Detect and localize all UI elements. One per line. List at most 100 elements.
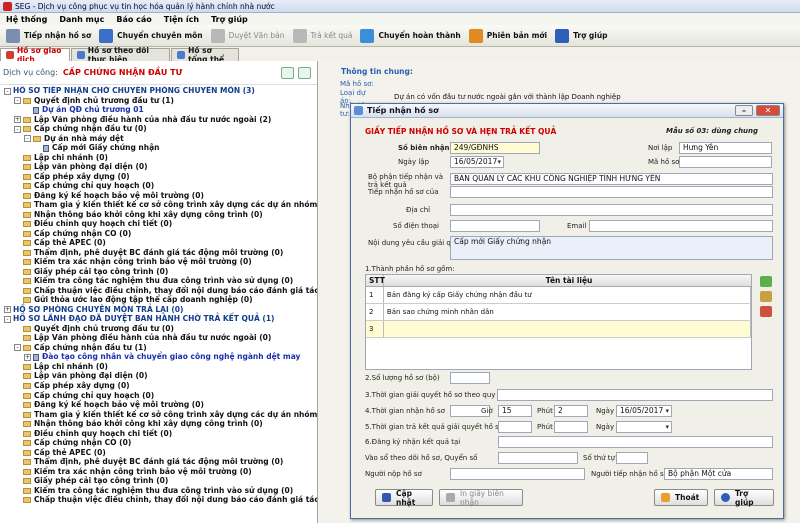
dia-chi-field[interactable] bbox=[450, 204, 773, 216]
tree-node[interactable]: Cấp thẻ APEC (0) bbox=[0, 448, 317, 458]
add-row-icon[interactable] bbox=[760, 276, 772, 287]
thoi-gian-quy-dinh-field[interactable] bbox=[497, 389, 773, 401]
tree-node[interactable]: Cấp chứng nhận CO (0) bbox=[0, 438, 317, 448]
tree-node[interactable]: Giấy phép cải tạo công trình (0) bbox=[0, 267, 317, 277]
noi-lap-field[interactable]: Hưng Yên bbox=[679, 142, 772, 154]
minimize-button[interactable]: – bbox=[735, 105, 753, 116]
tree-node[interactable]: Giấy phép cải tạo công trình (0) bbox=[0, 476, 317, 486]
toolbar-button-0[interactable]: Tiếp nhận hồ sơ bbox=[2, 26, 95, 46]
table-row[interactable]: 1 Bản đăng ký cấp Giấy chứng nhận đầu tư bbox=[366, 287, 751, 304]
tree-node[interactable]: Cấp phép xây dựng (0) bbox=[0, 381, 317, 391]
menu-danh-muc[interactable]: Danh mục bbox=[53, 15, 110, 24]
tree-node[interactable]: Đăng ký kế hoạch bảo vệ môi trường (0) bbox=[0, 400, 317, 410]
noi-dung-field[interactable]: Cấp mới Giấy chứng nhận bbox=[450, 236, 773, 260]
tree-node[interactable]: - HỒ SƠ TIẾP NHẬN CHỜ CHUYỂN PHÒNG CHUYÊN… bbox=[0, 86, 317, 96]
tree-node[interactable]: Lập văn phòng đại diện (0) bbox=[0, 162, 317, 172]
tree-node[interactable]: Chấp thuận việc điều chỉnh, thay đổi nội… bbox=[0, 495, 317, 505]
menu-tien-ich[interactable]: Tiện ích bbox=[158, 15, 205, 24]
collapse-icon[interactable]: - bbox=[14, 344, 21, 352]
tree-node[interactable]: + Lập Văn phòng điều hành của nhà đầu tư … bbox=[0, 115, 317, 125]
tab-ho-so-theo-doi[interactable]: Hồ sơ theo dõi thực hiện bbox=[70, 46, 171, 64]
delete-row-icon[interactable] bbox=[760, 306, 772, 317]
table-row[interactable]: 3 bbox=[366, 321, 751, 338]
tree-node[interactable]: Tham gia ý kiến thiết kế cơ sở công trìn… bbox=[0, 410, 317, 420]
expand-icon[interactable]: + bbox=[24, 353, 31, 361]
tree-node[interactable]: Cấp chứng chỉ quy hoạch (0) bbox=[0, 181, 317, 191]
collapse-icon[interactable]: - bbox=[14, 125, 21, 133]
tree-node[interactable]: Cấp thẻ APEC (0) bbox=[0, 238, 317, 248]
ma-ho-so-field[interactable] bbox=[679, 156, 772, 168]
gio-tra-field[interactable] bbox=[498, 421, 532, 433]
tree-node[interactable]: Đăng ký kế hoạch bảo vệ môi trường (0) bbox=[0, 191, 317, 201]
help-button[interactable]: Trợ giúp bbox=[714, 489, 774, 507]
close-button[interactable]: ✕ bbox=[756, 105, 780, 116]
refresh-icon[interactable] bbox=[281, 67, 294, 79]
tree-node[interactable]: Kiểm tra xác nhận công trình bảo vệ môi … bbox=[0, 257, 317, 267]
tree-node[interactable]: Quyết định chủ trương đầu tư (0) bbox=[0, 324, 317, 334]
tree-node[interactable]: Thẩm định, phê duyệt BC đánh giá tác độn… bbox=[0, 457, 317, 467]
tree-node[interactable]: Lập chi nhánh (0) bbox=[0, 362, 317, 372]
menu-he-thong[interactable]: Hệ thống bbox=[0, 15, 53, 24]
collapse-icon[interactable]: - bbox=[4, 87, 11, 95]
toolbar-button-2[interactable]: Duyệt Văn bản bbox=[207, 26, 289, 46]
exit-button[interactable]: Thoát bbox=[654, 489, 708, 506]
edit-row-icon[interactable] bbox=[760, 291, 772, 302]
tree-node[interactable]: Kiểm tra xác nhận công trình bảo vệ môi … bbox=[0, 467, 317, 477]
collapse-icon[interactable]: - bbox=[14, 97, 21, 105]
tree-node[interactable]: Kiểm tra công tác nghiệm thu đưa công tr… bbox=[0, 486, 317, 496]
tree-node[interactable]: Nhận thông báo khởi công khi xây dựng cô… bbox=[0, 210, 317, 220]
email-field[interactable] bbox=[589, 220, 773, 232]
tree-node[interactable]: Lập văn phòng đại diện (0) bbox=[0, 371, 317, 381]
expand-icon[interactable]: + bbox=[14, 116, 21, 124]
expand-icon[interactable]: + bbox=[4, 306, 11, 314]
tree-node[interactable]: Kiểm tra công tác nghiệm thu đưa công tr… bbox=[0, 276, 317, 286]
dang-ky-field[interactable] bbox=[498, 436, 773, 448]
phut-nhan-field[interactable]: 2 bbox=[554, 405, 588, 417]
toolbar-button-1[interactable]: Chuyển chuyên môn bbox=[95, 26, 206, 46]
tree-node[interactable]: Điều chỉnh quy hoạch chi tiết (0) bbox=[0, 429, 317, 439]
gio-nhan-field[interactable]: 15 bbox=[498, 405, 532, 417]
tree-node[interactable]: Gửi thỏa ước lao động tập thể cấp doanh … bbox=[0, 295, 317, 305]
tree-node[interactable]: Cấp chứng chỉ quy hoạch (0) bbox=[0, 391, 317, 401]
nguoi-nop-field[interactable] bbox=[450, 468, 585, 480]
ngay-tra-date[interactable] bbox=[616, 421, 672, 433]
tree-node[interactable]: Nhận thông báo khởi công khi xây dựng cô… bbox=[0, 419, 317, 429]
table-row[interactable]: 2 Bản sao chứng minh nhân dân bbox=[366, 304, 751, 321]
tree-node[interactable]: Chấp thuận việc điều chỉnh, thay đổi nội… bbox=[0, 286, 317, 296]
collapse-icon[interactable]: - bbox=[4, 315, 11, 323]
tiep-nhan-cua-field[interactable] bbox=[450, 186, 773, 198]
tree-node[interactable]: - Dự án nhà máy dệt bbox=[0, 134, 317, 144]
toolbar-button-6[interactable]: Trợ giúp bbox=[551, 26, 611, 46]
tree-node[interactable]: Lập Văn phòng điều hành của nhà đầu tư n… bbox=[0, 333, 317, 343]
so-luong-field[interactable] bbox=[450, 372, 490, 384]
so-thu-tu-field[interactable] bbox=[616, 452, 648, 464]
tree-node[interactable]: - Quyết định chủ trương đầu tư (1) bbox=[0, 96, 317, 106]
toolbar-button-3[interactable]: Trả kết quả bbox=[289, 26, 357, 46]
update-button[interactable]: Cập nhật bbox=[375, 489, 433, 507]
nguoi-tiep-nhan-field[interactable]: Bộ phận Một cửa bbox=[664, 468, 773, 480]
ngay-nhan-date[interactable]: 16/05/2017 bbox=[616, 405, 672, 417]
tree-node[interactable]: Lập chi nhánh (0) bbox=[0, 153, 317, 163]
tree-node[interactable]: - Cấp chứng nhận đầu tư (0) bbox=[0, 124, 317, 134]
tree-node[interactable]: + Đào tạo công nhân và chuyển giao công n… bbox=[0, 352, 317, 362]
tree-node[interactable]: - HỒ SƠ LÃNH ĐẠO ĐÃ DUYỆT BAN HÀNH CHỜ TR… bbox=[0, 314, 317, 324]
menu-tro-giup[interactable]: Trợ giúp bbox=[205, 15, 254, 24]
tree-node[interactable]: Thẩm định, phê duyệt BC đánh giá tác độn… bbox=[0, 248, 317, 258]
tree-node[interactable]: + HỒ SƠ PHÒNG CHUYÊN MÔN TRẢ LẠI (0) bbox=[0, 305, 317, 315]
tab-ho-so-tong-the[interactable]: Hồ sơ tổng thể bbox=[171, 46, 239, 64]
tree-node[interactable]: Cấp phép xây dựng (0) bbox=[0, 172, 317, 182]
tree-node[interactable]: Điều chỉnh quy hoạch chi tiết (0) bbox=[0, 219, 317, 229]
toolbar-button-5[interactable]: Phiên bản mới bbox=[465, 26, 551, 46]
tree-node[interactable]: Cấp chứng nhận CO (0) bbox=[0, 229, 317, 239]
tree-node[interactable]: Cấp mới Giấy chứng nhận bbox=[0, 143, 317, 153]
tree-node[interactable]: Tham gia ý kiến thiết kế cơ sở công trìn… bbox=[0, 200, 317, 210]
tree-node[interactable]: - Cấp chứng nhận đầu tư (1) bbox=[0, 343, 317, 353]
so-bien-nhan-field[interactable]: 249/GĐNHS bbox=[450, 142, 540, 154]
vao-so-field[interactable] bbox=[498, 452, 578, 464]
toolbar-button-4[interactable]: Chuyển hoàn thành bbox=[356, 26, 464, 46]
ngay-lap-date[interactable]: 16/05/2017 bbox=[450, 156, 504, 168]
tab-ho-so-giao-dich[interactable]: Hồ sơ giao dịch bbox=[0, 46, 70, 64]
so-dien-thoai-field[interactable] bbox=[450, 220, 540, 232]
phut-tra-field[interactable] bbox=[554, 421, 588, 433]
collapse-icon[interactable]: - bbox=[24, 135, 31, 143]
